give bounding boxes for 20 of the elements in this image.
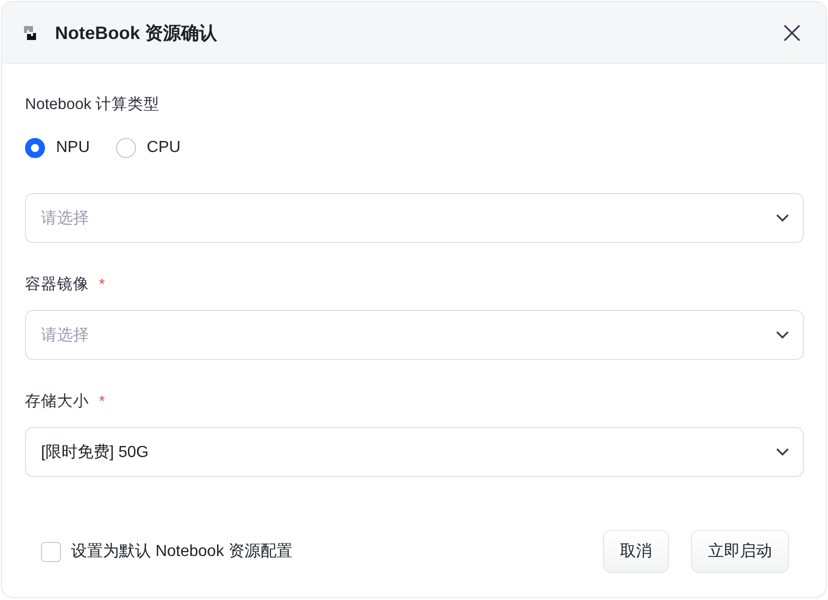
- field-label: Notebook 计算类型: [25, 95, 160, 115]
- start-button[interactable]: 立即启动: [691, 530, 789, 573]
- chevron-down-icon: [776, 448, 789, 456]
- radio-button[interactable]: [25, 138, 45, 158]
- checkbox[interactable]: [41, 542, 61, 562]
- radio-label: CPU: [146, 138, 181, 158]
- checkbox-label: 设置为默认 Notebook 资源配置: [71, 542, 292, 562]
- cancel-button[interactable]: 取消: [603, 530, 669, 573]
- radio-label: NPU: [56, 138, 90, 158]
- close-icon[interactable]: [783, 24, 801, 42]
- logo-icon: [21, 24, 39, 42]
- required-asterisk: *: [99, 275, 105, 295]
- dialog-title: NoteBook 资源确认: [55, 22, 218, 44]
- required-asterisk: *: [99, 392, 105, 412]
- chevron-down-icon: [776, 331, 789, 339]
- dropdown-field[interactable]: [限时免费] 50G: [25, 427, 804, 477]
- radio-button[interactable]: [116, 138, 136, 158]
- chevron-down-icon: [776, 214, 789, 222]
- field-label: 容器镜像: [25, 275, 89, 295]
- field-label: 存储大小: [25, 392, 89, 412]
